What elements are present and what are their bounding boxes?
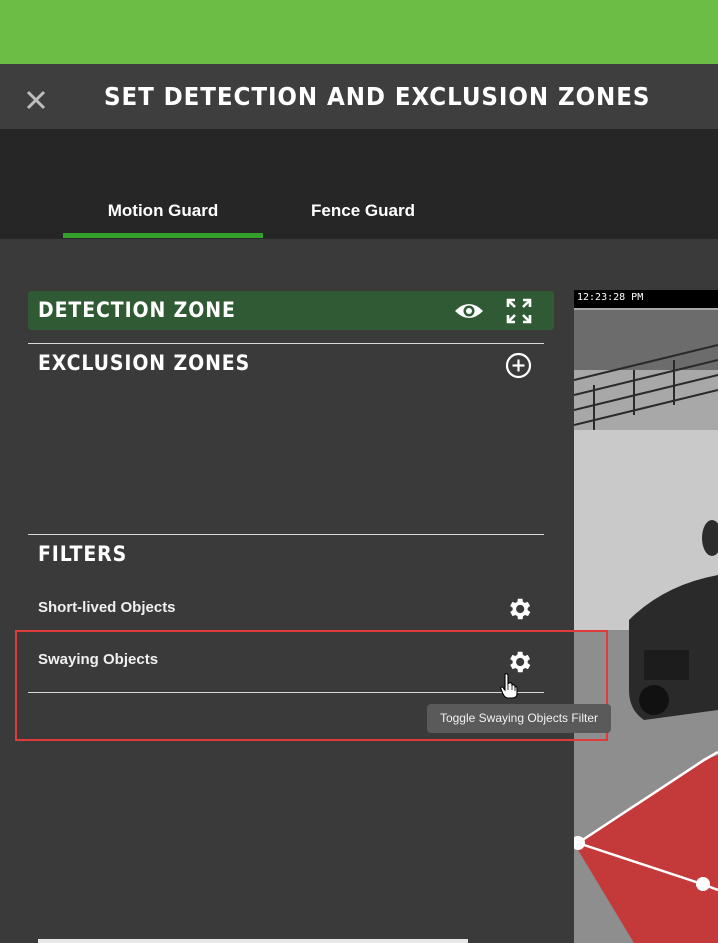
filter-short-lived-label: Short-lived Objects (38, 599, 176, 616)
horizontal-scrollbar[interactable] (38, 939, 468, 943)
detection-zone-header[interactable]: DETECTION ZONE (28, 291, 554, 330)
exclusion-zones-title: EXCLUSION ZONES (38, 351, 251, 375)
active-tab-indicator (63, 233, 263, 238)
detection-zone-title: DETECTION ZONE (38, 298, 236, 322)
filters-title: FILTERS (38, 542, 128, 566)
tab-motion-guard[interactable]: Motion Guard (63, 201, 263, 221)
add-circle-icon[interactable] (505, 352, 532, 379)
camera-preview[interactable]: 12:23:28 PM (574, 290, 718, 943)
camera-timestamp: 12:23:28 PM (574, 290, 718, 308)
close-icon[interactable] (22, 86, 50, 114)
expand-icon[interactable] (506, 298, 532, 324)
camera-frame-image (574, 290, 718, 943)
eye-icon[interactable] (454, 300, 484, 322)
page-title: SET DETECTION AND EXCLUSION ZONES (104, 82, 651, 111)
tab-bar: Motion Guard Fence Guard (0, 129, 718, 239)
top-accent-bar (0, 0, 718, 64)
tab-fence-guard[interactable]: Fence Guard (283, 201, 443, 221)
tooltip: Toggle Swaying Objects Filter (427, 704, 611, 733)
divider (28, 534, 544, 535)
gear-icon[interactable] (505, 595, 533, 623)
dialog-header: SET DETECTION AND EXCLUSION ZONES (0, 64, 718, 129)
zones-panel (0, 239, 574, 943)
hand-cursor-icon (500, 673, 518, 699)
divider (28, 343, 544, 344)
